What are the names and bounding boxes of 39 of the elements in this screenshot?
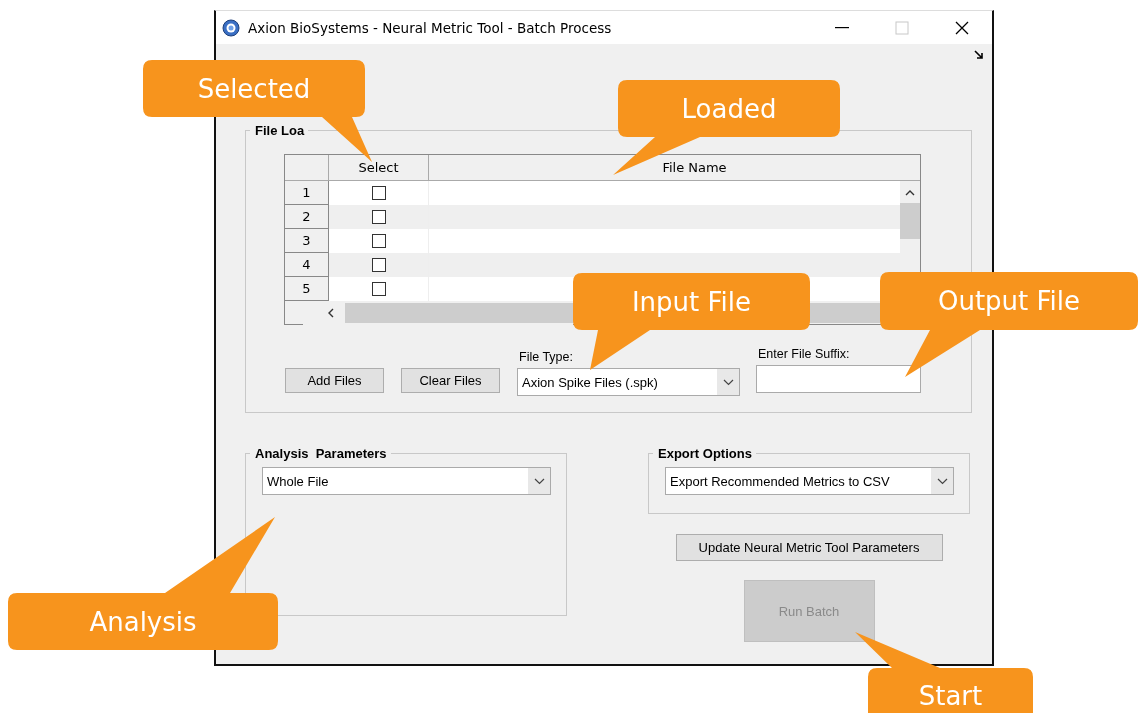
column-header: Select [329,155,429,181]
row-number: 2 [285,205,329,229]
checkbox[interactable] [371,282,386,296]
group-label: Analysis Parameters [254,446,388,461]
minimize-icon [835,26,849,29]
callout-label: Analysis [8,517,278,650]
file-type-dropdown[interactable]: Axion Spike Files (.spk) [517,368,740,396]
field-label: File Type: [519,350,574,364]
chevron-left-icon [327,308,335,318]
arrow-icon [974,50,984,60]
callout-label: Start [855,632,1033,713]
row-number: 5 [285,277,329,301]
field-label: Enter File Suffix: [758,347,851,361]
callout-label: Output File [880,272,1138,377]
group-label: Export Options [657,446,753,461]
window-title: Axion BioSystems - Neural Metric Tool - Batch Process [248,19,613,36]
chevron-up-icon [905,189,915,197]
checkbox[interactable] [371,210,386,224]
chevron-down-icon [533,477,545,485]
close-icon [955,20,969,35]
chevron-down-icon [936,477,948,485]
scrollbar-thumb[interactable] [810,303,880,323]
suffix-input-field[interactable] [756,365,921,393]
add-files-button[interactable]: Add Files [285,368,384,393]
row-number: 3 [285,229,329,253]
update-parameters-button[interactable]: Update Neural Metric Tool Parameters [675,534,943,561]
analysis-dropdown[interactable]: Whole File [262,467,551,495]
row-number: 4 [285,253,329,277]
app-icon [222,18,240,37]
checkbox[interactable] [371,234,386,248]
group-label: File Loa [254,123,306,138]
chevron-down-icon [722,378,734,386]
checkbox[interactable] [371,258,386,272]
clear-files-button[interactable]: Clear Files [401,368,500,393]
row-number: 1 [285,181,329,205]
maximize-icon [895,20,909,35]
checkbox[interactable] [371,186,386,200]
horizontal-scrollbar[interactable] [303,301,573,325]
export-dropdown[interactable]: Export Recommended Metrics to CSV [665,467,954,495]
